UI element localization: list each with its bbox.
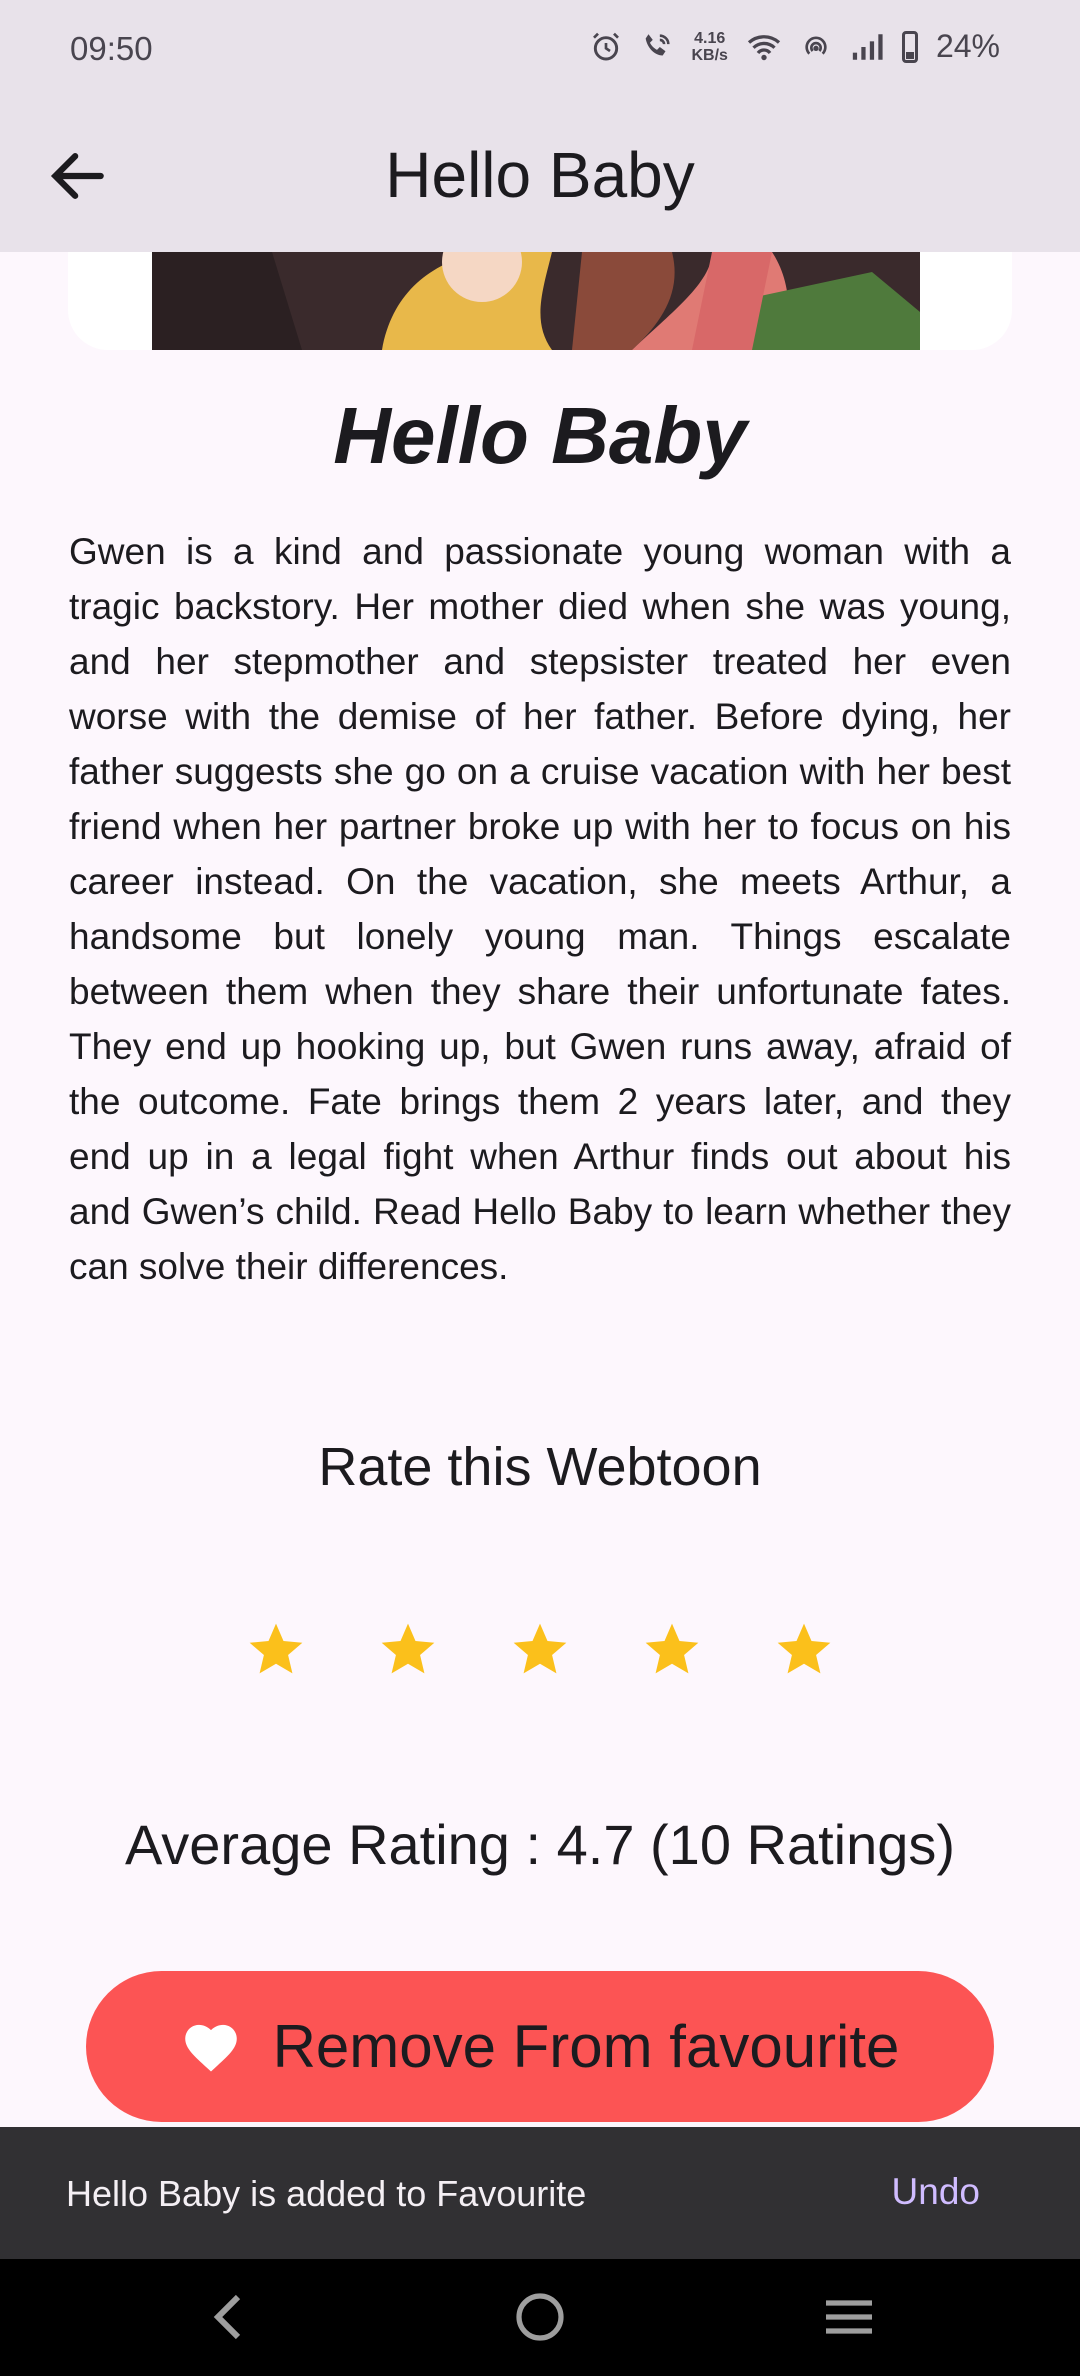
- hotspot-icon: [805, 35, 827, 55]
- average-rating: Average Rating : 4.7 (10 Ratings): [124, 1813, 956, 1876]
- star-icon[interactable]: [511, 1620, 569, 1678]
- cover-image-card: [68, 252, 1012, 350]
- app-bar: Hello Baby: [0, 100, 1080, 252]
- heart-icon: [184, 2024, 237, 2072]
- system-nav-bar: [0, 2259, 1080, 2376]
- signal-icon: [852, 33, 883, 60]
- star-icon[interactable]: [379, 1620, 437, 1678]
- nav-home-icon[interactable]: [514, 2291, 566, 2343]
- wifi-calling-icon: [645, 33, 670, 55]
- star-rating[interactable]: [0, 1620, 1080, 1678]
- webtoon-title: Hello Baby: [333, 391, 747, 480]
- status-icons: 4.16 KB/s 24%: [590, 28, 1000, 65]
- snackbar-message: Hello Baby is added to Favourite: [66, 2173, 587, 2214]
- app-bar-title: Hello Baby: [385, 139, 695, 211]
- rate-heading: Rate this Webtoon: [318, 1437, 762, 1497]
- nav-menu-icon[interactable]: [822, 2291, 876, 2343]
- net-speed-value: 4.16: [694, 29, 726, 47]
- net-speed-unit: KB/s: [691, 46, 728, 64]
- remove-favourite-button[interactable]: Remove From favourite: [86, 1971, 994, 2122]
- status-bar: 09:50 4.16 KB/s 24%: [0, 0, 1080, 100]
- status-time: 09:50: [70, 30, 153, 67]
- star-icon[interactable]: [247, 1620, 305, 1678]
- webtoon-description: Gwen is a kind and passionate young woma…: [69, 531, 1011, 1287]
- star-icon[interactable]: [643, 1620, 701, 1678]
- star-icon[interactable]: [775, 1620, 833, 1678]
- undo-button[interactable]: Undo: [892, 2171, 980, 2213]
- cover-image: [152, 252, 920, 350]
- alarm-icon: [592, 32, 619, 60]
- nav-back-icon[interactable]: [208, 2291, 248, 2343]
- remove-favourite-label: Remove From favourite: [272, 2013, 900, 2080]
- battery-icon: [901, 30, 918, 63]
- battery-percent: 24%: [935, 28, 1000, 64]
- net-speed: 4.16 KB/s: [692, 30, 728, 64]
- wifi-icon: [747, 34, 781, 60]
- snackbar: Hello Baby is added to Favourite Undo: [0, 2127, 1080, 2259]
